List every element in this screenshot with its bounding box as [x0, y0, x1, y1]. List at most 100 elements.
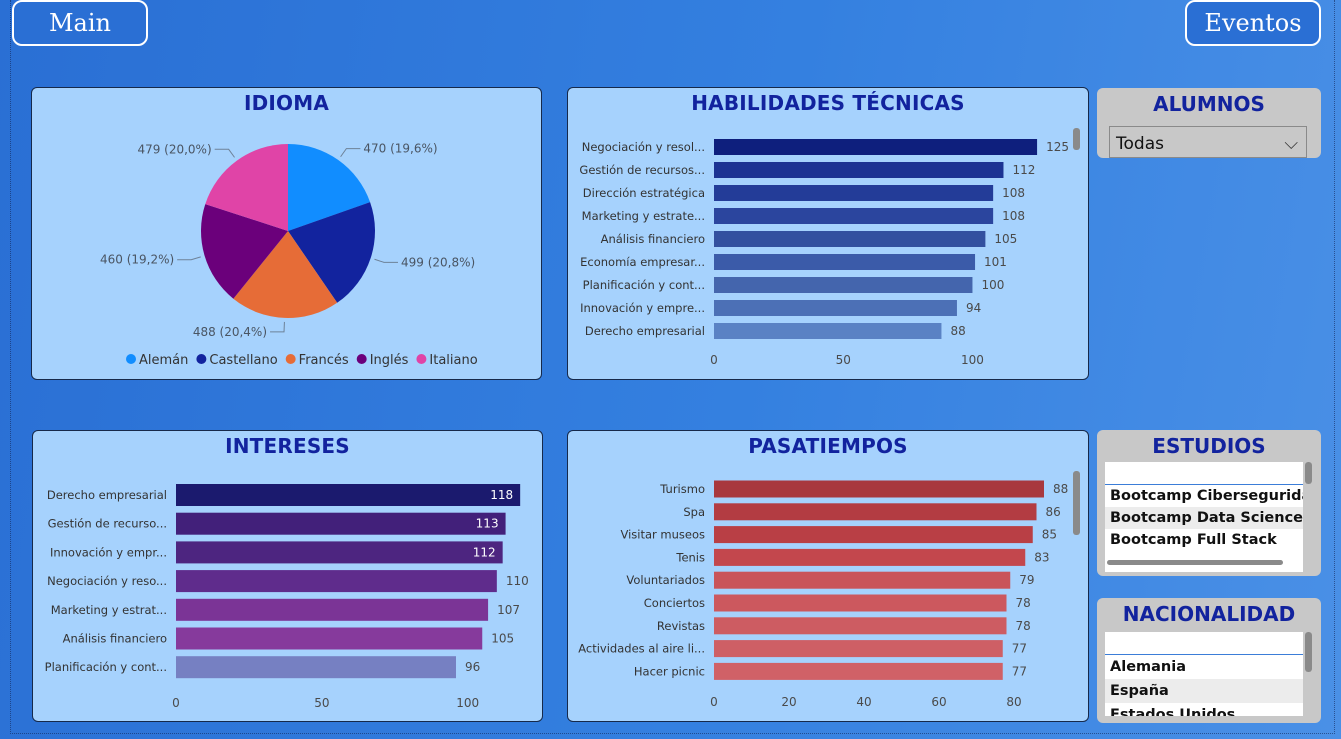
legend-marker — [196, 354, 207, 364]
x-tick-label: 0 — [710, 353, 718, 367]
bar[interactable] — [714, 594, 1007, 612]
list-item[interactable]: Bootcamp Ciberseguridad — [1105, 485, 1303, 507]
bar-value-label: 108 — [1002, 186, 1025, 200]
category-label: Dirección estratégica — [583, 186, 705, 200]
eventos-nav-button[interactable]: Eventos — [1185, 0, 1321, 46]
bar-value-label: 112 — [1012, 163, 1035, 177]
bar-value-label: 105 — [994, 232, 1017, 246]
category-label: Marketing y estrat... — [51, 603, 167, 617]
bar-value-label: 86 — [1046, 505, 1061, 519]
category-label: Derecho empresarial — [47, 488, 167, 502]
bar[interactable] — [714, 662, 1003, 680]
legend-item-francés[interactable]: Francés — [299, 353, 349, 368]
list-item[interactable]: Estados Unidos — [1105, 703, 1303, 716]
alumnos-dropdown[interactable]: Todas ⌵ — [1109, 126, 1307, 158]
bar[interactable] — [714, 480, 1044, 498]
bar[interactable] — [714, 617, 1007, 635]
bar-value-label: 78 — [1016, 619, 1031, 633]
chevron-down-icon[interactable]: ⌵ — [1284, 127, 1298, 158]
bar-value-label: 77 — [1012, 642, 1027, 656]
estudios-search-input[interactable] — [1105, 462, 1303, 485]
bar[interactable] — [714, 640, 1003, 658]
bar[interactable] — [176, 512, 506, 535]
bar-value-label: 110 — [506, 574, 529, 588]
nacionalidad-vscrollbar[interactable] — [1305, 632, 1312, 672]
bar-value-label: 107 — [497, 603, 520, 617]
category-label: Visitar museos — [620, 528, 705, 542]
bar[interactable] — [176, 484, 521, 506]
nacionalidad-search-input[interactable] — [1105, 632, 1303, 655]
x-tick-label: 100 — [961, 353, 984, 367]
legend-item-inglés[interactable]: Inglés — [370, 353, 409, 368]
estudios-list: Bootcamp Ciberseguridad Bootcamp Data Sc… — [1105, 462, 1303, 572]
estudios-vscrollbar[interactable] — [1305, 462, 1312, 484]
bar[interactable] — [714, 571, 1011, 589]
x-tick-label: 40 — [856, 695, 871, 709]
estudios-vscroll-thumb[interactable] — [1305, 462, 1312, 484]
category-label: Conciertos — [644, 596, 705, 610]
bar[interactable] — [714, 139, 1038, 155]
bar-value-label: 77 — [1012, 664, 1027, 678]
bar[interactable] — [176, 598, 489, 621]
category-label: Análisis financiero — [601, 232, 705, 246]
bar[interactable] — [714, 277, 973, 293]
bar[interactable] — [714, 526, 1033, 544]
category-label: Negociación y reso... — [47, 574, 167, 588]
x-tick-label: 100 — [456, 696, 479, 710]
pasatiempos-scroll-thumb[interactable] — [1073, 471, 1080, 535]
bar[interactable] — [176, 656, 456, 679]
legend-marker — [126, 354, 136, 364]
category-label: Innovación y empr... — [50, 545, 167, 559]
idioma-pie-chart: 470 (19,6%) 499 (20,8%) 488 (20,4%) 460 (19… — [100, 142, 478, 368]
habilidades-card: HABILIDADES TÉCNICAS Negociación y resol… — [567, 87, 1089, 380]
bar[interactable] — [176, 570, 497, 593]
bar[interactable] — [176, 541, 503, 564]
bar-value-label: 112 — [473, 545, 496, 559]
legend-item-castellano[interactable]: Castellano — [209, 353, 277, 368]
habilidades-scrollbar[interactable] — [1073, 128, 1080, 348]
pasatiempos-scrollbar[interactable] — [1073, 471, 1080, 691]
list-item[interactable]: Bootcamp Data Science — [1105, 507, 1303, 529]
x-tick-label: 80 — [1006, 695, 1021, 709]
bar[interactable] — [714, 162, 1004, 178]
list-item[interactable]: Bootcamp Full Stack — [1105, 529, 1303, 551]
bar-value-label: 125 — [1046, 140, 1069, 154]
bar-value-label: 105 — [491, 632, 514, 646]
nacionalidad-vscroll-thumb[interactable] — [1305, 632, 1312, 672]
bar[interactable] — [714, 323, 942, 339]
alumnos-title: ALUMNOS — [1153, 92, 1265, 116]
bar-value-label: 101 — [984, 255, 1007, 269]
bar[interactable] — [714, 503, 1037, 521]
category-label: Planificación y cont... — [583, 278, 705, 292]
estudios-title: ESTUDIOS — [1152, 434, 1266, 458]
bar-value-label: 108 — [1002, 209, 1025, 223]
list-item[interactable]: Alemania — [1105, 655, 1303, 679]
pie-data-label: 460 (19,2%) — [100, 253, 174, 267]
bar[interactable] — [714, 548, 1026, 566]
legend-item-italiano[interactable]: Italiano — [429, 353, 477, 368]
category-label: Gestión de recursos... — [579, 163, 705, 177]
estudios-hscrollbar[interactable] — [1107, 560, 1283, 565]
legend-marker — [285, 354, 296, 364]
x-tick-label: 50 — [836, 353, 851, 367]
habilidades-scroll-thumb[interactable] — [1073, 128, 1080, 150]
bar-value-label: 96 — [465, 660, 480, 674]
main-nav-button[interactable]: Main — [12, 0, 148, 46]
x-tick-label: 20 — [781, 695, 796, 709]
nacionalidad-title: NACIONALIDAD — [1122, 602, 1296, 626]
pie-data-label: 488 (20,4%) — [193, 325, 267, 339]
bar[interactable] — [714, 254, 976, 270]
bar[interactable] — [714, 231, 986, 247]
x-tick-label: 60 — [931, 695, 946, 709]
bar[interactable] — [714, 300, 957, 316]
bar[interactable] — [176, 627, 483, 650]
bar[interactable] — [714, 208, 994, 224]
bar-value-label: 118 — [490, 488, 513, 502]
category-label: Turismo — [659, 482, 705, 496]
category-label: Economía empresar... — [580, 255, 705, 269]
bar-value-label: 85 — [1042, 528, 1057, 542]
bar[interactable] — [714, 185, 994, 201]
bar-value-label: 113 — [476, 517, 499, 531]
list-item[interactable]: España — [1105, 679, 1303, 703]
legend-item-alemán[interactable]: Alemán — [139, 353, 188, 368]
